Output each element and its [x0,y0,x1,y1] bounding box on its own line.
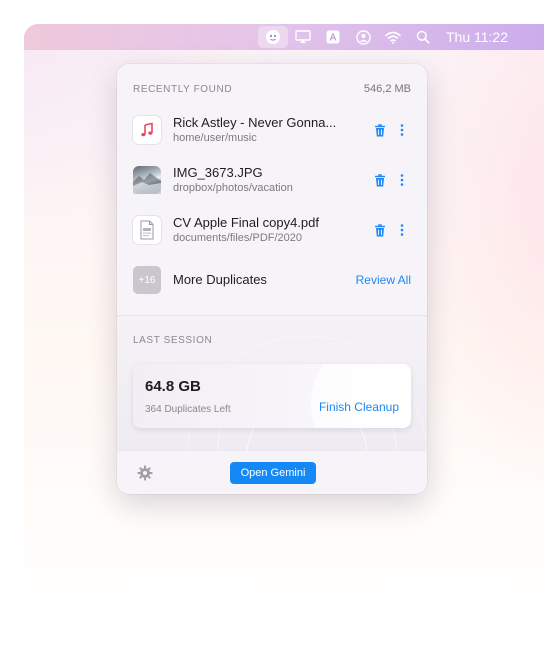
photo-thumbnail [133,166,161,194]
file-path: home/user/music [173,132,257,144]
gemini-popover: RECENTLY FOUND 546,2 MB Rick Astley - Ne… [117,64,427,494]
file-info: IMG_3673.JPG dropbox/photos/vacation [173,165,369,195]
file-name: Rick Astley - Never Gonna... [173,115,337,130]
file-info: Rick Astley - Never Gonna... home/user/m… [173,115,369,145]
gear-icon[interactable] [137,465,153,481]
music-note-icon [133,116,161,144]
input-source-icon[interactable]: A [318,24,348,50]
more-duplicates-row: +16 More Duplicates Review All [133,261,411,299]
trash-icon[interactable] [369,169,391,191]
finish-cleanup-link[interactable]: Finish Cleanup [319,400,399,414]
recently-found-header: RECENTLY FOUND 546,2 MB [133,83,411,95]
more-options-icon[interactable] [391,169,413,191]
svg-text:A: A [329,33,336,44]
session-size: 64.8 GB [145,378,201,395]
last-session-title: LAST SESSION [133,335,213,346]
file-path: documents/files/PDF/2020 [173,232,303,244]
popover-footer: Open Gemini [117,450,427,494]
recently-found-size: 546,2 MB [363,83,411,95]
duplicates-left: 364 Duplicates Left [145,404,231,415]
file-name: CV Apple Final copy4.pdf [173,215,319,230]
file-path: dropbox/photos/vacation [173,182,293,194]
duplicate-file-row[interactable]: CV Apple Final copy4.pdf documents/files… [133,211,413,249]
user-account-icon[interactable] [348,24,378,50]
more-info: More Duplicates [173,272,356,288]
file-info: CV Apple Final copy4.pdf documents/files… [173,215,369,245]
more-count-badge: +16 [133,266,161,294]
more-duplicates-label: More Duplicates [173,272,267,287]
review-all-link[interactable]: Review All [356,273,411,287]
file-name: IMG_3673.JPG [173,165,263,180]
screen: A Thu 11:22 RECENTLY FOUND 546,2 MB Rick… [0,0,544,650]
menu-bar-extras: A Thu 11:22 [258,24,508,50]
trash-icon[interactable] [369,219,391,241]
card-glow [311,364,411,428]
more-options-icon[interactable] [391,219,413,241]
trash-icon[interactable] [369,119,391,141]
wifi-icon[interactable] [378,24,408,50]
open-gemini-button[interactable]: Open Gemini [230,462,316,484]
airplay-icon[interactable] [288,24,318,50]
menu-bar-clock[interactable]: Thu 11:22 [446,29,508,45]
recently-found-title: RECENTLY FOUND [133,83,233,95]
last-session-card[interactable]: 64.8 GB 364 Duplicates Left Finish Clean… [133,364,411,428]
pdf-icon [133,216,161,244]
duplicate-file-row[interactable]: IMG_3673.JPG dropbox/photos/vacation [133,161,413,199]
more-options-icon[interactable] [391,119,413,141]
duplicate-file-row[interactable]: Rick Astley - Never Gonna... home/user/m… [133,111,413,149]
gemini-app-icon[interactable] [258,26,288,48]
last-session-header: LAST SESSION [133,335,411,346]
spotlight-search-icon[interactable] [408,24,438,50]
